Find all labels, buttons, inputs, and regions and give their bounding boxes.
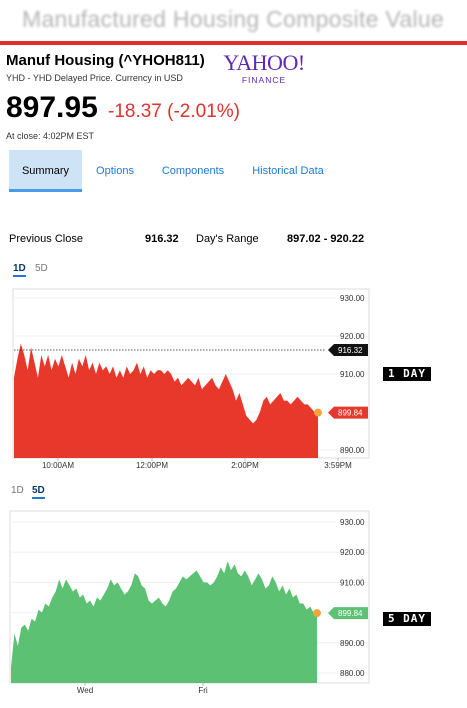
previous-close-tag: 916.32	[328, 343, 368, 356]
range-tab-5d[interactable]: 5D	[32, 485, 45, 499]
y-tick-label: 890.00	[340, 446, 365, 455]
one-day-label: 1 DAY	[383, 367, 431, 381]
y-tick-label: 910.00	[340, 578, 365, 587]
y-tick-label: 930.00	[340, 294, 365, 303]
intraday-chart: 930.00920.00910.00900.00890.00916.32899.…	[12, 288, 370, 470]
quote-name: Manuf Housing (^YHOH811)	[6, 52, 205, 69]
previous-close-tag-value: 916.32	[338, 346, 363, 355]
range-tab-5d[interactable]: 5D	[35, 263, 48, 274]
days-range-label: Day's Range	[196, 233, 259, 245]
last-price-tag-value: 899.84	[338, 409, 363, 418]
last-price-tag-value: 899.84	[338, 609, 363, 618]
close-time: At close: 4:02PM EST	[6, 131, 95, 141]
tab-components[interactable]: Components	[157, 150, 229, 192]
quote-stats: Previous Close 916.32 Day's Range 897.02…	[9, 233, 369, 247]
last-price-tag: 899.84	[328, 607, 368, 620]
current-price: 897.95	[6, 91, 98, 124]
tab-summary[interactable]: Summary	[9, 150, 82, 192]
y-tick-label: 920.00	[340, 548, 365, 557]
five-day-label: 5 DAY	[383, 612, 431, 626]
five-day-chart: 930.00920.00910.00900.00890.00880.00899.…	[9, 510, 370, 695]
last-price-dot	[313, 609, 321, 618]
x-tick-label: Wed	[77, 686, 93, 695]
banner-divider	[0, 41, 467, 45]
logo-sub-text: FINANCE	[241, 75, 287, 85]
tab-historical-data[interactable]: Historical Data	[247, 150, 329, 192]
previous-close-value: 916.32	[145, 233, 179, 245]
y-tick-label: 920.00	[340, 332, 365, 341]
page-banner: Manufactured Housing Composite Value	[0, 0, 467, 45]
logo-main-text: YAHOO!	[223, 50, 305, 75]
range-tab-1d[interactable]: 1D	[11, 485, 24, 496]
days-range-value: 897.02 - 920.22	[287, 233, 365, 245]
y-tick-label: 930.00	[340, 518, 365, 527]
quote-subtitle: YHD - YHD Delayed Price. Currency in USD	[6, 73, 183, 83]
x-tick-label: Fri	[198, 686, 208, 695]
x-tick-label: 2:00PM	[231, 461, 259, 470]
price-change: -18.37 (-2.01%)	[108, 101, 241, 122]
y-tick-label: 880.00	[340, 669, 365, 678]
y-tick-label: 890.00	[340, 639, 365, 648]
range-tab-1d[interactable]: 1D	[13, 263, 26, 277]
x-tick-label: 10:00AM	[42, 461, 74, 470]
last-price-dot	[314, 408, 322, 417]
yahoo-finance-logo: YAHOO! FINANCE	[222, 50, 306, 86]
x-tick-label: 12:00PM	[136, 461, 168, 470]
banner-title: Manufactured Housing Composite Value	[22, 6, 445, 32]
last-price-tag: 899.84	[328, 406, 368, 419]
y-tick-label: 910.00	[340, 370, 365, 379]
tab-options[interactable]: Options	[91, 150, 139, 192]
x-tick-label: 3:59PM	[324, 461, 352, 470]
previous-close-label: Previous Close	[9, 233, 83, 245]
